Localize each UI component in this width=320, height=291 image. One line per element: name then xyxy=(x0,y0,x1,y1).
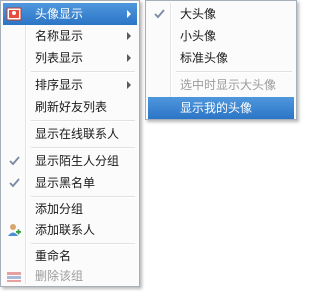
menu-item-label: 头像显示 xyxy=(35,7,84,21)
menu-item-name-display[interactable]: 名称显示 xyxy=(3,25,137,47)
menu-separator xyxy=(31,147,135,149)
submenu-item-large-on-select[interactable]: 选中时显示大头像 xyxy=(148,74,294,96)
menu-item-label: 重命名 xyxy=(35,249,72,263)
menu-item-label: 标准头像 xyxy=(180,51,229,65)
menu-item-sort-display[interactable]: 排序显示 xyxy=(3,74,137,96)
menu-item-label: 删除该组 xyxy=(35,269,84,283)
submenu-arrow-icon xyxy=(127,10,131,18)
submenu-item-small-avatar[interactable]: 小头像 xyxy=(148,25,294,47)
menu-item-label: 添加分组 xyxy=(35,202,84,216)
checkmark-icon xyxy=(152,3,168,25)
avatar-display-submenu: 大头像 小头像 标准头像 选中时显示大头像 显示我的头像 xyxy=(145,0,297,120)
checkmark-icon xyxy=(7,172,23,194)
menu-item-show-online[interactable]: 显示在线联系人 xyxy=(3,123,137,145)
submenu-arrow-icon xyxy=(127,81,131,89)
contact-group-context-menu: 头像显示 名称显示 列表显示 排序显示 刷新好友列表 显示在线联系人 显示陌生人… xyxy=(0,0,140,287)
checkmark-icon xyxy=(7,150,23,172)
menu-item-add-contact[interactable]: 添加联系人 xyxy=(3,219,137,241)
avatar-display-icon xyxy=(6,6,22,22)
submenu-item-large-avatar[interactable]: 大头像 xyxy=(148,3,294,25)
menu-item-label: 排序显示 xyxy=(35,78,84,92)
menu-item-delete-group[interactable]: 删除该组 xyxy=(3,265,137,287)
menu-item-label: 显示我的头像 xyxy=(180,101,253,115)
menu-item-label: 名称显示 xyxy=(35,29,84,43)
submenu-item-show-my-avatar[interactable]: 显示我的头像 xyxy=(148,97,294,119)
menu-separator xyxy=(176,71,292,73)
menu-item-label: 添加联系人 xyxy=(35,223,96,237)
menu-item-label: 大头像 xyxy=(180,7,217,21)
submenu-item-standard-avatar[interactable]: 标准头像 xyxy=(148,47,294,69)
menu-item-show-blacklist[interactable]: 显示黑名单 xyxy=(3,172,137,194)
add-contact-icon xyxy=(6,222,22,238)
menu-item-label: 显示陌生人分组 xyxy=(35,154,120,168)
submenu-arrow-icon xyxy=(127,32,131,40)
menu-item-label: 显示黑名单 xyxy=(35,176,96,190)
menu-item-rename[interactable]: 重命名 xyxy=(3,245,137,267)
menu-item-label: 小头像 xyxy=(180,29,217,43)
menu-separator xyxy=(31,120,135,122)
menu-item-add-group[interactable]: 添加分组 xyxy=(3,198,137,220)
menu-item-refresh-friends[interactable]: 刷新好友列表 xyxy=(3,96,137,118)
menu-item-list-display[interactable]: 列表显示 xyxy=(3,47,137,69)
menu-item-label: 刷新好友列表 xyxy=(35,100,108,114)
submenu-arrow-icon xyxy=(127,54,131,62)
menu-item-avatar-display[interactable]: 头像显示 xyxy=(3,3,137,25)
menu-item-show-strangers[interactable]: 显示陌生人分组 xyxy=(3,150,137,172)
menu-separator xyxy=(31,71,135,73)
menu-item-label: 列表显示 xyxy=(35,51,84,65)
menu-item-label: 选中时显示大头像 xyxy=(180,78,277,92)
delete-group-icon xyxy=(6,268,22,284)
menu-item-label: 显示在线联系人 xyxy=(35,127,120,141)
